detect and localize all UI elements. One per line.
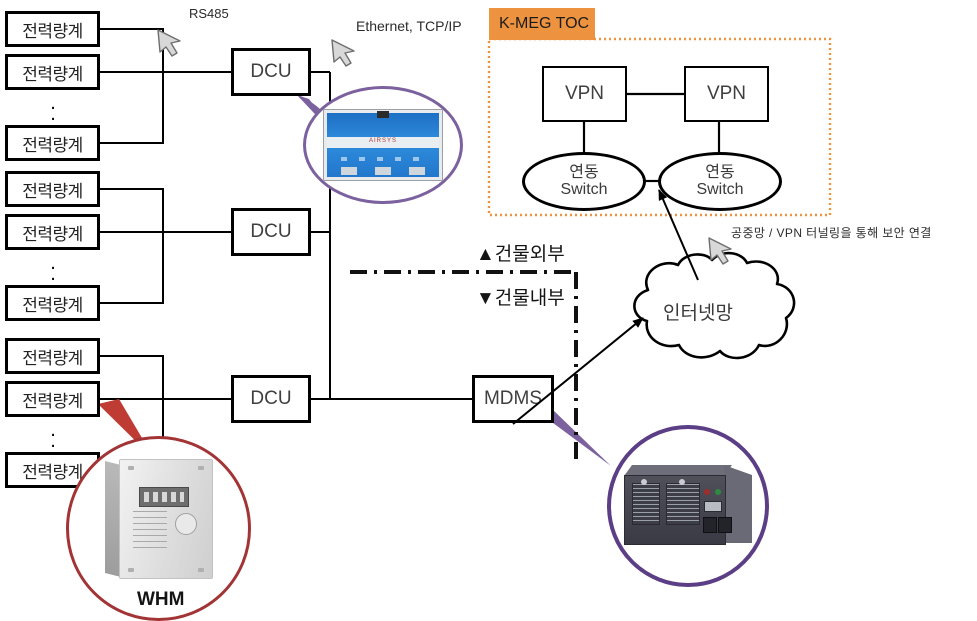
- rs485-label: RS485: [189, 6, 229, 21]
- arrow-layer: [157, 29, 796, 425]
- tunneling-label: 공중망 / VPN 터널링을 통해 보안 연결: [731, 226, 932, 240]
- diagram-canvas: K-MEG TOC 전력량계 전력량계 . . 전력량계 전력량계 전력량계 .…: [0, 0, 977, 621]
- ethernet-pointer-icon: [331, 39, 355, 67]
- internet-cloud-label: 인터넷망: [663, 303, 733, 324]
- ethernet-label: Ethernet, TCP/IP: [356, 18, 462, 34]
- mdms-to-cloud-arrow: [512, 317, 644, 425]
- building-inside-label: ▼건물내부: [476, 288, 565, 309]
- rs485-pointer-icon: [157, 29, 181, 57]
- building-outside-label: ▲건물외부: [476, 244, 565, 265]
- whm-label: WHM: [137, 589, 185, 610]
